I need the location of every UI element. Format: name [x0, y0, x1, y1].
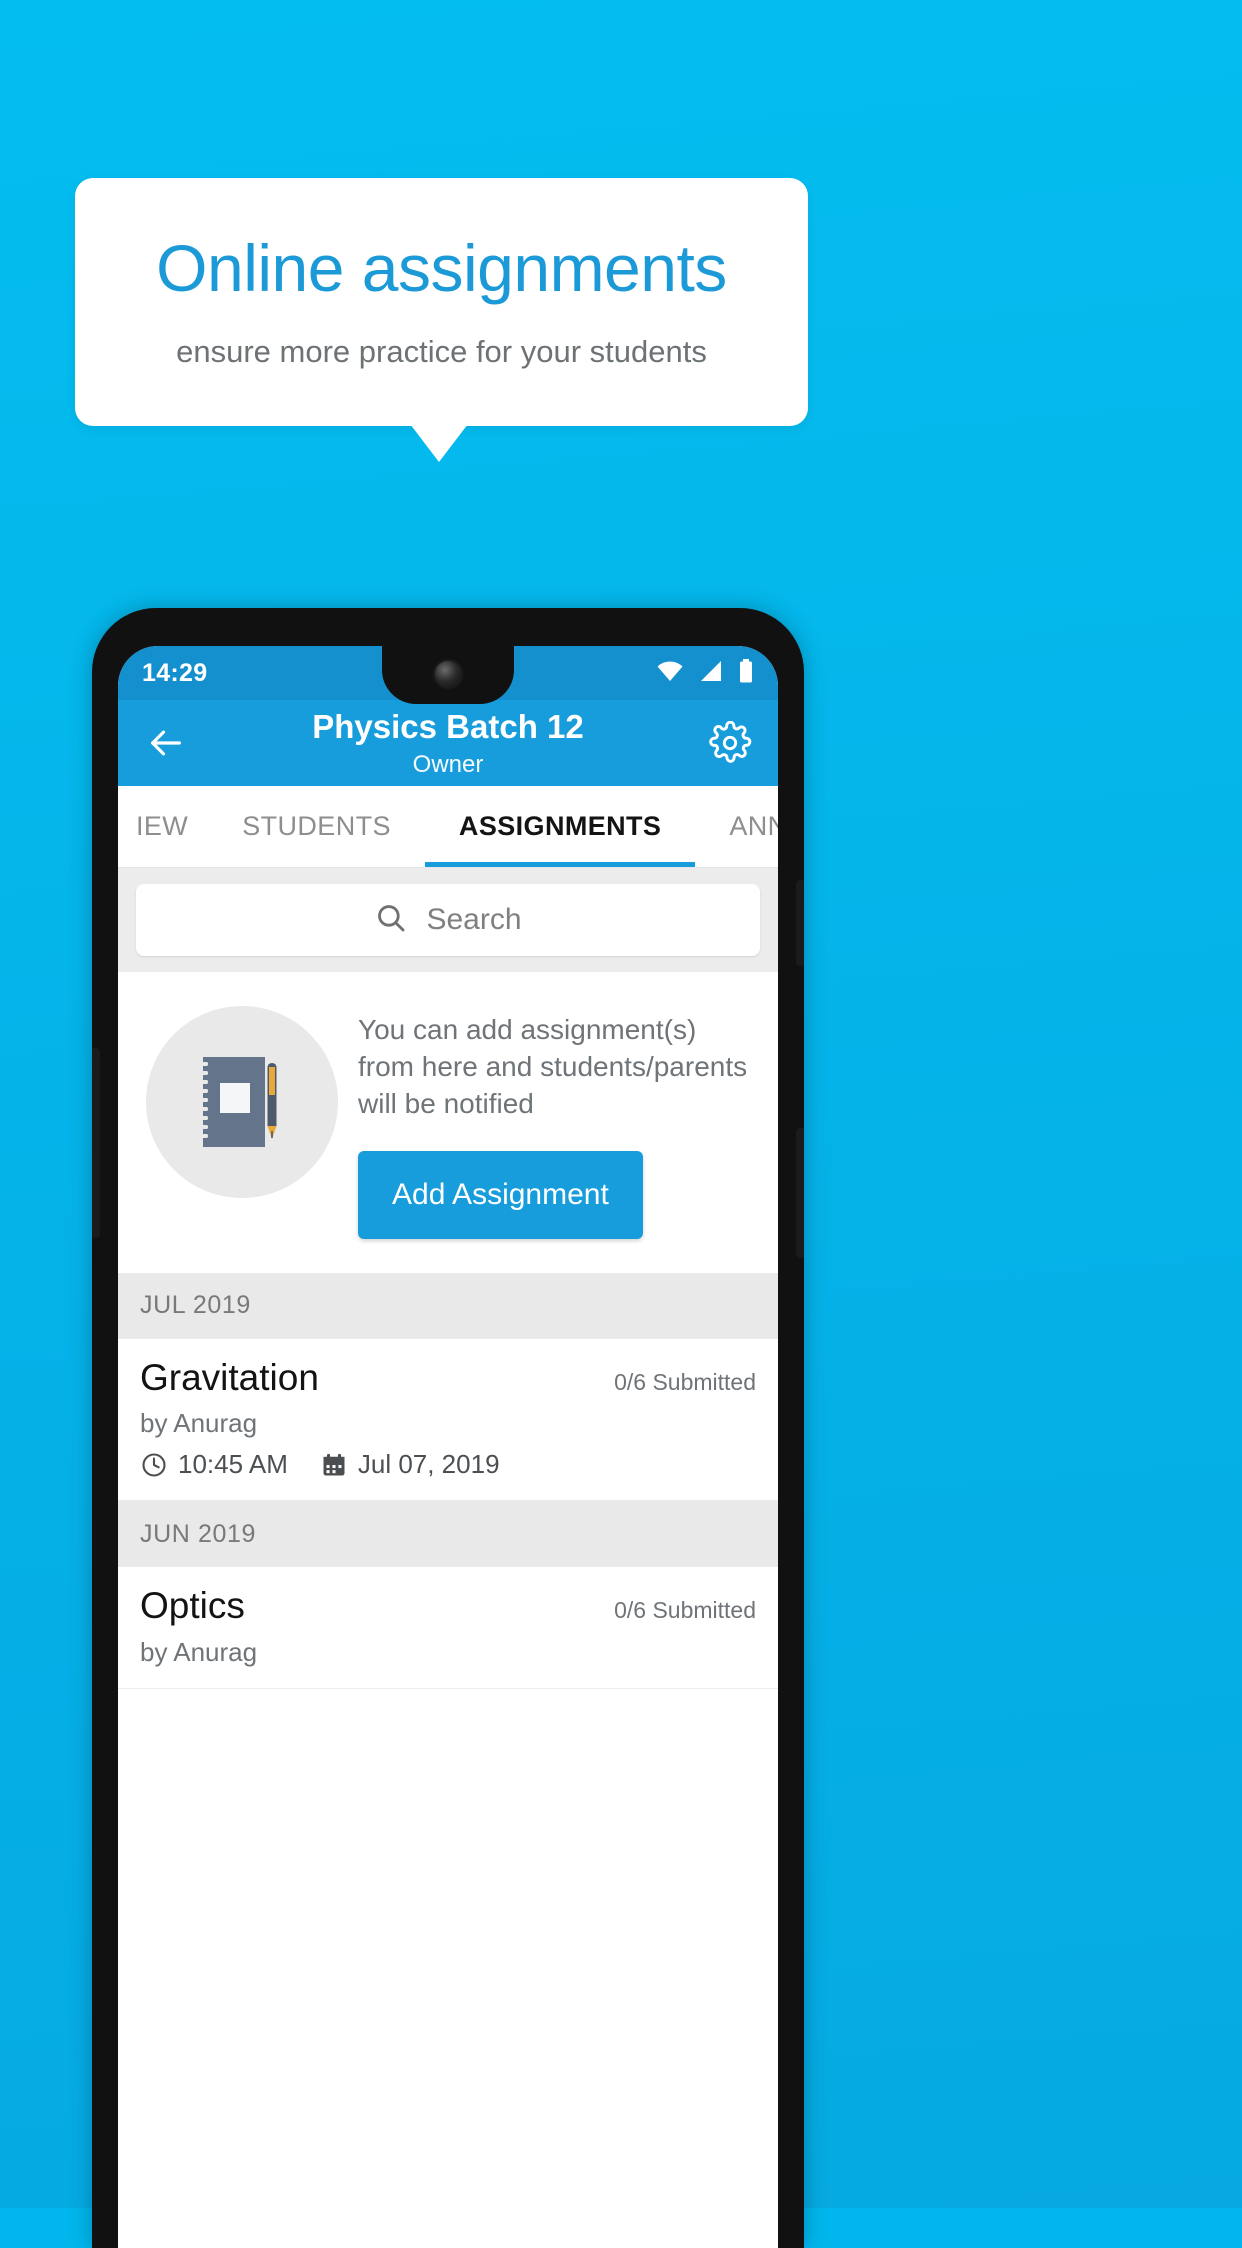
promo-callout-card: Online assignments ensure more practice …	[75, 178, 808, 426]
add-assignment-button[interactable]: Add Assignment	[358, 1150, 643, 1239]
callout-tail	[410, 424, 468, 462]
table-row[interactable]: Optics 0/6 Submitted by Anurag	[118, 1567, 778, 1689]
tab-assignments-label: ASSIGNMENTS	[458, 811, 662, 841]
calendar-icon	[320, 1451, 348, 1479]
assignment-title: Optics	[140, 1585, 245, 1627]
tab-bar: IEW STUDENTS ASSIGNMENTS ANNOUNCEM	[118, 786, 778, 868]
search-icon	[374, 901, 408, 940]
tab-announcements-label: ANNOUNCEM	[729, 811, 778, 841]
assignment-meta: 10:45 AM Jul 07, 2019	[140, 1449, 756, 1480]
tab-announcements[interactable]: ANNOUNCEM	[695, 786, 778, 867]
tab-overview-label: IEW	[136, 811, 189, 841]
assignment-author: by Anurag	[140, 1408, 258, 1439]
tab-assignments[interactable]: ASSIGNMENTS	[424, 786, 696, 867]
gear-icon[interactable]	[704, 717, 756, 769]
assignment-row-top: Gravitation 0/6 Submitted	[140, 1357, 756, 1398]
back-arrow-icon[interactable]	[140, 717, 192, 769]
assignment-title: Gravitation	[140, 1356, 319, 1398]
battery-icon	[738, 658, 754, 688]
status-bar: 14:29	[118, 646, 778, 704]
cellular-signal-icon	[698, 660, 724, 687]
assignment-date: Jul 07, 2019	[357, 1449, 500, 1480]
status-time: 14:29	[142, 658, 208, 687]
assignment-row-top: Optics 0/6 Submitted	[140, 1585, 756, 1626]
search-placeholder: Search	[426, 903, 522, 936]
notebook-and-pen-icon	[146, 1006, 338, 1198]
month-header-jul-label: JUL 2019	[140, 1291, 251, 1320]
clock-icon	[140, 1451, 168, 1479]
app-bar-titles: Physics Batch 12 Owner	[192, 709, 704, 778]
search-input[interactable]: Search	[136, 884, 760, 956]
tab-overview[interactable]: IEW	[136, 786, 208, 867]
phone-screen: 14:29 Physics Batch 12 Owner IEW STUDENT…	[118, 646, 778, 2248]
phone-side-button	[92, 1048, 100, 1238]
assignment-author: by Anurag	[140, 1636, 258, 1667]
month-header-jul: JUL 2019	[118, 1272, 778, 1339]
app-bar: Physics Batch 12 Owner	[118, 700, 778, 786]
status-icons	[656, 658, 754, 688]
promo-subtitle: ensure more practice for your students	[176, 333, 707, 369]
page-subtitle: Owner	[412, 750, 484, 778]
add-assignment-label: Add Assignment	[392, 1177, 609, 1211]
month-header-jun: JUN 2019	[118, 1501, 778, 1568]
page-title: Physics Batch 12	[312, 708, 584, 746]
search-container: Search	[118, 868, 778, 972]
wifi-icon	[656, 660, 684, 687]
tab-students[interactable]: STUDENTS	[208, 786, 425, 867]
promo-title: Online assignments	[156, 231, 727, 306]
empty-state-text: You can add assignment(s) from here and …	[358, 1014, 748, 1119]
empty-state-card: You can add assignment(s) from here and …	[118, 972, 778, 1273]
assignment-time: 10:45 AM	[178, 1449, 288, 1480]
tab-students-label: STUDENTS	[242, 811, 391, 841]
phone-volume-button	[796, 1128, 804, 1258]
assignment-submitted-count: 0/6 Submitted	[614, 1368, 756, 1395]
table-row[interactable]: Gravitation 0/6 Submitted by Anurag 10:4…	[118, 1338, 778, 1502]
assignment-submitted-count: 0/6 Submitted	[614, 1597, 756, 1624]
phone-mockup: 14:29 Physics Batch 12 Owner IEW STUDENT…	[92, 608, 804, 2248]
empty-state-content: You can add assignment(s) from here and …	[358, 998, 758, 1239]
phone-power-button	[796, 880, 804, 966]
month-header-jun-label: JUN 2019	[140, 1519, 256, 1548]
front-camera	[435, 661, 461, 687]
